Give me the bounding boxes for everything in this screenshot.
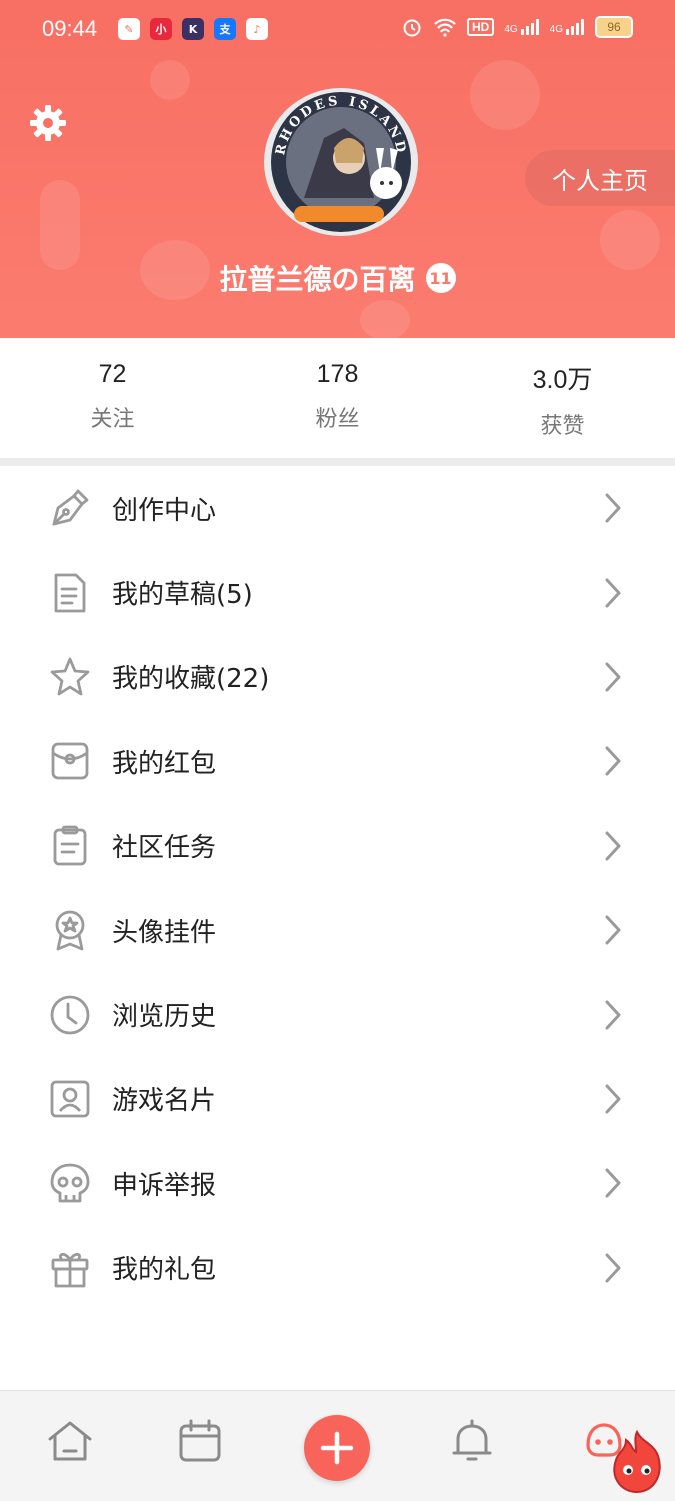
alarm-icon	[403, 19, 421, 37]
menu-item-label: 社区任务	[112, 833, 217, 864]
chevron-right-icon	[605, 1000, 621, 1030]
menu-item-creation-center[interactable]: 创作中心	[0, 466, 675, 550]
menu-item-label: 游戏名片	[112, 1086, 217, 1117]
music-app-icon: ♪	[246, 18, 268, 40]
menu-item-label: 我的红包	[112, 748, 217, 779]
menu-item-avatar-pendants[interactable]: 头像挂件	[0, 888, 675, 972]
avatar-frame-text: RHODES ISLAND	[273, 94, 406, 157]
battery-icon: 96	[595, 16, 633, 38]
chevron-right-icon	[605, 1084, 621, 1114]
chevron-right-icon	[605, 1168, 621, 1198]
calendar-icon[interactable]	[176, 1417, 224, 1465]
username: 拉普兰德の百离	[219, 263, 416, 296]
create-post-button[interactable]	[304, 1415, 370, 1481]
document-icon	[54, 573, 86, 612]
system-status-icons: HD 4G 4G 96	[401, 16, 633, 38]
settings-gear-icon[interactable]	[28, 103, 68, 143]
k-app-icon: K	[182, 18, 204, 40]
menu-item-label: 我的收藏(22)	[112, 664, 270, 695]
alipay-icon: 支	[214, 18, 236, 40]
menu-item-gift-pack[interactable]: 我的礼包	[0, 1226, 675, 1310]
stat-following[interactable]: 72 关注	[0, 338, 225, 458]
stat-likes[interactable]: 3.0万 获赞	[450, 338, 675, 458]
clock-icon	[50, 995, 90, 1034]
chevron-right-icon	[605, 493, 621, 523]
level-badge: 11	[425, 263, 456, 293]
menu-list: 创作中心 我的草稿(5) 我的收藏(22) 我的红包 社区任务 头像挂件 浏览历…	[0, 466, 675, 1310]
id-card-icon	[50, 1080, 90, 1118]
menu-item-game-card[interactable]: 游戏名片	[0, 1057, 675, 1141]
stat-label: 获赞	[540, 414, 585, 439]
menu-item-drafts[interactable]: 我的草稿(5)	[0, 550, 675, 634]
signal-icon-2: 4G	[550, 19, 585, 35]
star-icon	[50, 657, 90, 696]
menu-item-label: 申诉举报	[112, 1170, 217, 1201]
flame-mascot-icon[interactable]	[606, 1430, 668, 1496]
stats-row: 72 关注 178 粉丝 3.0万 获赞	[0, 338, 675, 458]
chevron-right-icon	[605, 746, 621, 776]
menu-item-label: 我的礼包	[112, 1255, 217, 1286]
wifi-icon	[434, 18, 456, 37]
pen-nib-icon	[52, 489, 89, 526]
menu-item-favorites[interactable]: 我的收藏(22)	[0, 635, 675, 719]
chevron-right-icon	[605, 831, 621, 861]
divider	[0, 458, 675, 466]
signal-icon-1: 4G	[504, 19, 539, 35]
stat-label: 关注	[90, 407, 135, 432]
clipboard-icon	[53, 825, 87, 866]
avatar[interactable]: RHODES ISLAND	[264, 88, 418, 236]
status-time: 09:44	[42, 16, 98, 41]
xiaohongshu-icon: 小	[150, 18, 172, 40]
chevron-right-icon	[605, 1253, 621, 1283]
stat-value: 178	[316, 360, 359, 388]
status-bar: 09:44 ✎ 小 K 支 ♪ HD 4G 4G 96	[0, 0, 675, 60]
menu-item-red-packets[interactable]: 我的红包	[0, 719, 675, 803]
menu-item-browse-history[interactable]: 浏览历史	[0, 972, 675, 1056]
menu-item-appeal-report[interactable]: 申诉举报	[0, 1141, 675, 1225]
menu-item-community-tasks[interactable]: 社区任务	[0, 804, 675, 888]
username-row: 拉普兰德の百离 11	[0, 258, 675, 298]
profile-header: 09:44 ✎ 小 K 支 ♪ HD 4G 4G 96 RHODES ISLAN…	[0, 0, 675, 338]
hd-icon: HD	[466, 18, 495, 36]
notification-app-icons: ✎ 小 K 支 ♪	[118, 18, 268, 40]
menu-item-label: 创作中心	[112, 495, 217, 526]
red-packet-icon	[51, 742, 89, 780]
chevron-right-icon	[605, 578, 621, 608]
stat-value: 3.0万	[532, 366, 593, 394]
bottom-navigation	[0, 1390, 675, 1501]
stat-followers[interactable]: 178 粉丝	[225, 338, 450, 458]
bell-icon[interactable]	[448, 1417, 496, 1465]
stat-value: 72	[98, 360, 127, 388]
skull-icon	[50, 1163, 90, 1203]
medal-icon	[55, 910, 85, 951]
menu-item-label: 浏览历史	[112, 1002, 217, 1033]
plus-icon	[320, 1431, 354, 1465]
notes-app-icon: ✎	[118, 18, 140, 40]
svg-text:RHODES ISLAND: RHODES ISLAND	[273, 94, 409, 157]
chevron-right-icon	[605, 915, 621, 945]
menu-item-label: 头像挂件	[112, 917, 217, 948]
personal-homepage-button[interactable]: 个人主页	[525, 150, 675, 206]
chevron-right-icon	[605, 662, 621, 692]
stat-label: 粉丝	[315, 407, 360, 432]
gift-icon	[51, 1252, 89, 1288]
home-icon[interactable]	[46, 1417, 94, 1465]
menu-item-label: 我的草稿(5)	[112, 580, 253, 611]
